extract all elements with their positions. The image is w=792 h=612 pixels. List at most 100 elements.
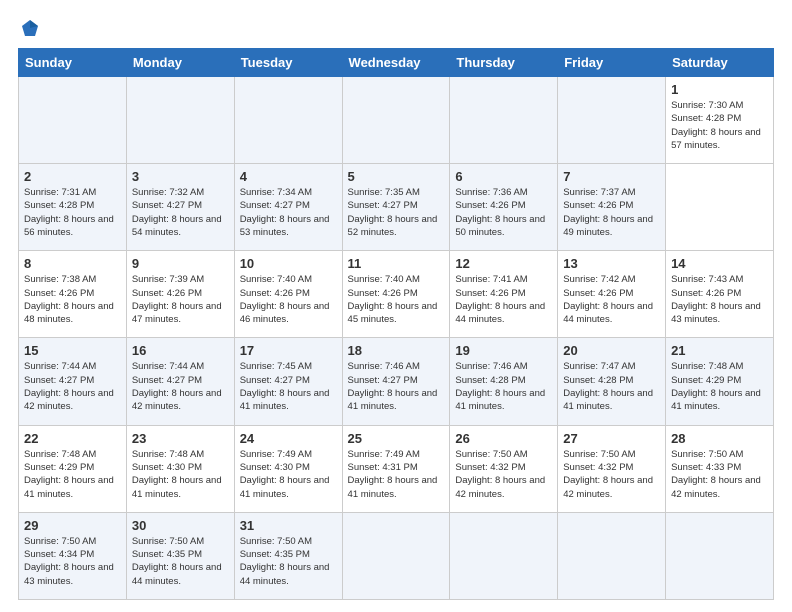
calendar-day-header: Wednesday — [342, 49, 450, 77]
day-info: Sunrise: 7:46 AMSunset: 4:28 PMDaylight:… — [455, 360, 552, 413]
calendar-cell: 13 Sunrise: 7:42 AMSunset: 4:26 PMDayligh… — [558, 251, 666, 338]
calendar-table: SundayMondayTuesdayWednesdayThursdayFrid… — [18, 48, 774, 600]
day-number: 2 — [24, 169, 121, 184]
header — [18, 18, 774, 38]
day-info: Sunrise: 7:44 AMSunset: 4:27 PMDaylight:… — [132, 360, 229, 413]
calendar-cell: 1 Sunrise: 7:30 AMSunset: 4:28 PMDaylight… — [666, 77, 774, 164]
day-number: 14 — [671, 256, 768, 271]
day-number: 15 — [24, 343, 121, 358]
day-info: Sunrise: 7:50 AMSunset: 4:32 PMDaylight:… — [455, 448, 552, 501]
calendar-cell: 24 Sunrise: 7:49 AMSunset: 4:30 PMDayligh… — [234, 425, 342, 512]
day-info: Sunrise: 7:49 AMSunset: 4:31 PMDaylight:… — [348, 448, 445, 501]
day-number: 25 — [348, 431, 445, 446]
calendar-cell: 4 Sunrise: 7:34 AMSunset: 4:27 PMDaylight… — [234, 164, 342, 251]
calendar-week-row: 22 Sunrise: 7:48 AMSunset: 4:29 PMDayligh… — [19, 425, 774, 512]
calendar-header-row: SundayMondayTuesdayWednesdayThursdayFrid… — [19, 49, 774, 77]
calendar-cell: 20 Sunrise: 7:47 AMSunset: 4:28 PMDayligh… — [558, 338, 666, 425]
day-info: Sunrise: 7:43 AMSunset: 4:26 PMDaylight:… — [671, 273, 768, 326]
day-info: Sunrise: 7:49 AMSunset: 4:30 PMDaylight:… — [240, 448, 337, 501]
day-number: 30 — [132, 518, 229, 533]
calendar-cell — [126, 77, 234, 164]
calendar-cell: 23 Sunrise: 7:48 AMSunset: 4:30 PMDayligh… — [126, 425, 234, 512]
day-info: Sunrise: 7:44 AMSunset: 4:27 PMDaylight:… — [24, 360, 121, 413]
calendar-cell: 25 Sunrise: 7:49 AMSunset: 4:31 PMDayligh… — [342, 425, 450, 512]
day-number: 16 — [132, 343, 229, 358]
day-info: Sunrise: 7:42 AMSunset: 4:26 PMDaylight:… — [563, 273, 660, 326]
day-info: Sunrise: 7:50 AMSunset: 4:33 PMDaylight:… — [671, 448, 768, 501]
day-info: Sunrise: 7:46 AMSunset: 4:27 PMDaylight:… — [348, 360, 445, 413]
calendar-cell: 29Sunrise: 7:50 AMSunset: 4:34 PMDayligh… — [19, 512, 127, 599]
calendar-day-header: Saturday — [666, 49, 774, 77]
day-number: 11 — [348, 256, 445, 271]
day-number: 1 — [671, 82, 768, 97]
day-number: 20 — [563, 343, 660, 358]
calendar-day-header: Tuesday — [234, 49, 342, 77]
day-number: 12 — [455, 256, 552, 271]
day-number: 28 — [671, 431, 768, 446]
day-info: Sunrise: 7:48 AMSunset: 4:29 PMDaylight:… — [24, 448, 121, 501]
day-info: Sunrise: 7:45 AMSunset: 4:27 PMDaylight:… — [240, 360, 337, 413]
calendar-cell: 21Sunrise: 7:48 AMSunset: 4:29 PMDayligh… — [666, 338, 774, 425]
calendar-cell: 7 Sunrise: 7:37 AMSunset: 4:26 PMDaylight… — [558, 164, 666, 251]
calendar-cell: 22 Sunrise: 7:48 AMSunset: 4:29 PMDayligh… — [19, 425, 127, 512]
calendar-cell: 14 Sunrise: 7:43 AMSunset: 4:26 PMDayligh… — [666, 251, 774, 338]
day-number: 10 — [240, 256, 337, 271]
day-number: 4 — [240, 169, 337, 184]
day-number: 6 — [455, 169, 552, 184]
day-number: 22 — [24, 431, 121, 446]
day-info: Sunrise: 7:37 AMSunset: 4:26 PMDaylight:… — [563, 186, 660, 239]
page: SundayMondayTuesdayWednesdayThursdayFrid… — [0, 0, 792, 612]
calendar-cell: 8Sunrise: 7:38 AMSunset: 4:26 PMDaylight… — [19, 251, 127, 338]
day-info: Sunrise: 7:36 AMSunset: 4:26 PMDaylight:… — [455, 186, 552, 239]
calendar-cell — [19, 77, 127, 164]
logo — [18, 18, 40, 38]
calendar-cell — [558, 512, 666, 599]
calendar-cell — [342, 77, 450, 164]
calendar-day-header: Monday — [126, 49, 234, 77]
day-info: Sunrise: 7:40 AMSunset: 4:26 PMDaylight:… — [240, 273, 337, 326]
day-info: Sunrise: 7:34 AMSunset: 4:27 PMDaylight:… — [240, 186, 337, 239]
day-info: Sunrise: 7:40 AMSunset: 4:26 PMDaylight:… — [348, 273, 445, 326]
calendar-cell: 9 Sunrise: 7:39 AMSunset: 4:26 PMDaylight… — [126, 251, 234, 338]
day-number: 29 — [24, 518, 121, 533]
day-number: 19 — [455, 343, 552, 358]
calendar-week-row: 29Sunrise: 7:50 AMSunset: 4:34 PMDayligh… — [19, 512, 774, 599]
calendar-cell: 18 Sunrise: 7:46 AMSunset: 4:27 PMDayligh… — [342, 338, 450, 425]
calendar-cell: 10 Sunrise: 7:40 AMSunset: 4:26 PMDayligh… — [234, 251, 342, 338]
calendar-cell — [450, 512, 558, 599]
day-info: Sunrise: 7:39 AMSunset: 4:26 PMDaylight:… — [132, 273, 229, 326]
day-info: Sunrise: 7:47 AMSunset: 4:28 PMDaylight:… — [563, 360, 660, 413]
day-number: 21 — [671, 343, 768, 358]
day-number: 18 — [348, 343, 445, 358]
day-number: 7 — [563, 169, 660, 184]
calendar-cell: 12 Sunrise: 7:41 AMSunset: 4:26 PMDayligh… — [450, 251, 558, 338]
calendar-cell: 11 Sunrise: 7:40 AMSunset: 4:26 PMDayligh… — [342, 251, 450, 338]
day-info: Sunrise: 7:41 AMSunset: 4:26 PMDaylight:… — [455, 273, 552, 326]
day-number: 3 — [132, 169, 229, 184]
day-number: 5 — [348, 169, 445, 184]
day-info: Sunrise: 7:30 AMSunset: 4:28 PMDaylight:… — [671, 99, 768, 152]
day-info: Sunrise: 7:48 AMSunset: 4:30 PMDaylight:… — [132, 448, 229, 501]
calendar-week-row: 2 Sunrise: 7:31 AMSunset: 4:28 PMDaylight… — [19, 164, 774, 251]
day-info: Sunrise: 7:35 AMSunset: 4:27 PMDaylight:… — [348, 186, 445, 239]
calendar-cell — [450, 77, 558, 164]
day-number: 13 — [563, 256, 660, 271]
calendar-week-row: 1 Sunrise: 7:30 AMSunset: 4:28 PMDaylight… — [19, 77, 774, 164]
calendar-cell: 31Sunrise: 7:50 AMSunset: 4:35 PMDayligh… — [234, 512, 342, 599]
calendar-cell: 15 Sunrise: 7:44 AMSunset: 4:27 PMDayligh… — [19, 338, 127, 425]
day-number: 8 — [24, 256, 121, 271]
calendar-cell: 26 Sunrise: 7:50 AMSunset: 4:32 PMDayligh… — [450, 425, 558, 512]
calendar-cell: 19 Sunrise: 7:46 AMSunset: 4:28 PMDayligh… — [450, 338, 558, 425]
day-info: Sunrise: 7:31 AMSunset: 4:28 PMDaylight:… — [24, 186, 121, 239]
day-number: 24 — [240, 431, 337, 446]
day-number: 26 — [455, 431, 552, 446]
calendar-cell: 27Sunrise: 7:50 AMSunset: 4:32 PMDayligh… — [558, 425, 666, 512]
calendar-cell — [558, 77, 666, 164]
day-info: Sunrise: 7:32 AMSunset: 4:27 PMDaylight:… — [132, 186, 229, 239]
calendar-cell: 3 Sunrise: 7:32 AMSunset: 4:27 PMDaylight… — [126, 164, 234, 251]
day-number: 23 — [132, 431, 229, 446]
calendar-cell: 16 Sunrise: 7:44 AMSunset: 4:27 PMDayligh… — [126, 338, 234, 425]
calendar-cell — [234, 77, 342, 164]
day-info: Sunrise: 7:50 AMSunset: 4:32 PMDaylight:… — [563, 448, 660, 501]
day-number: 9 — [132, 256, 229, 271]
